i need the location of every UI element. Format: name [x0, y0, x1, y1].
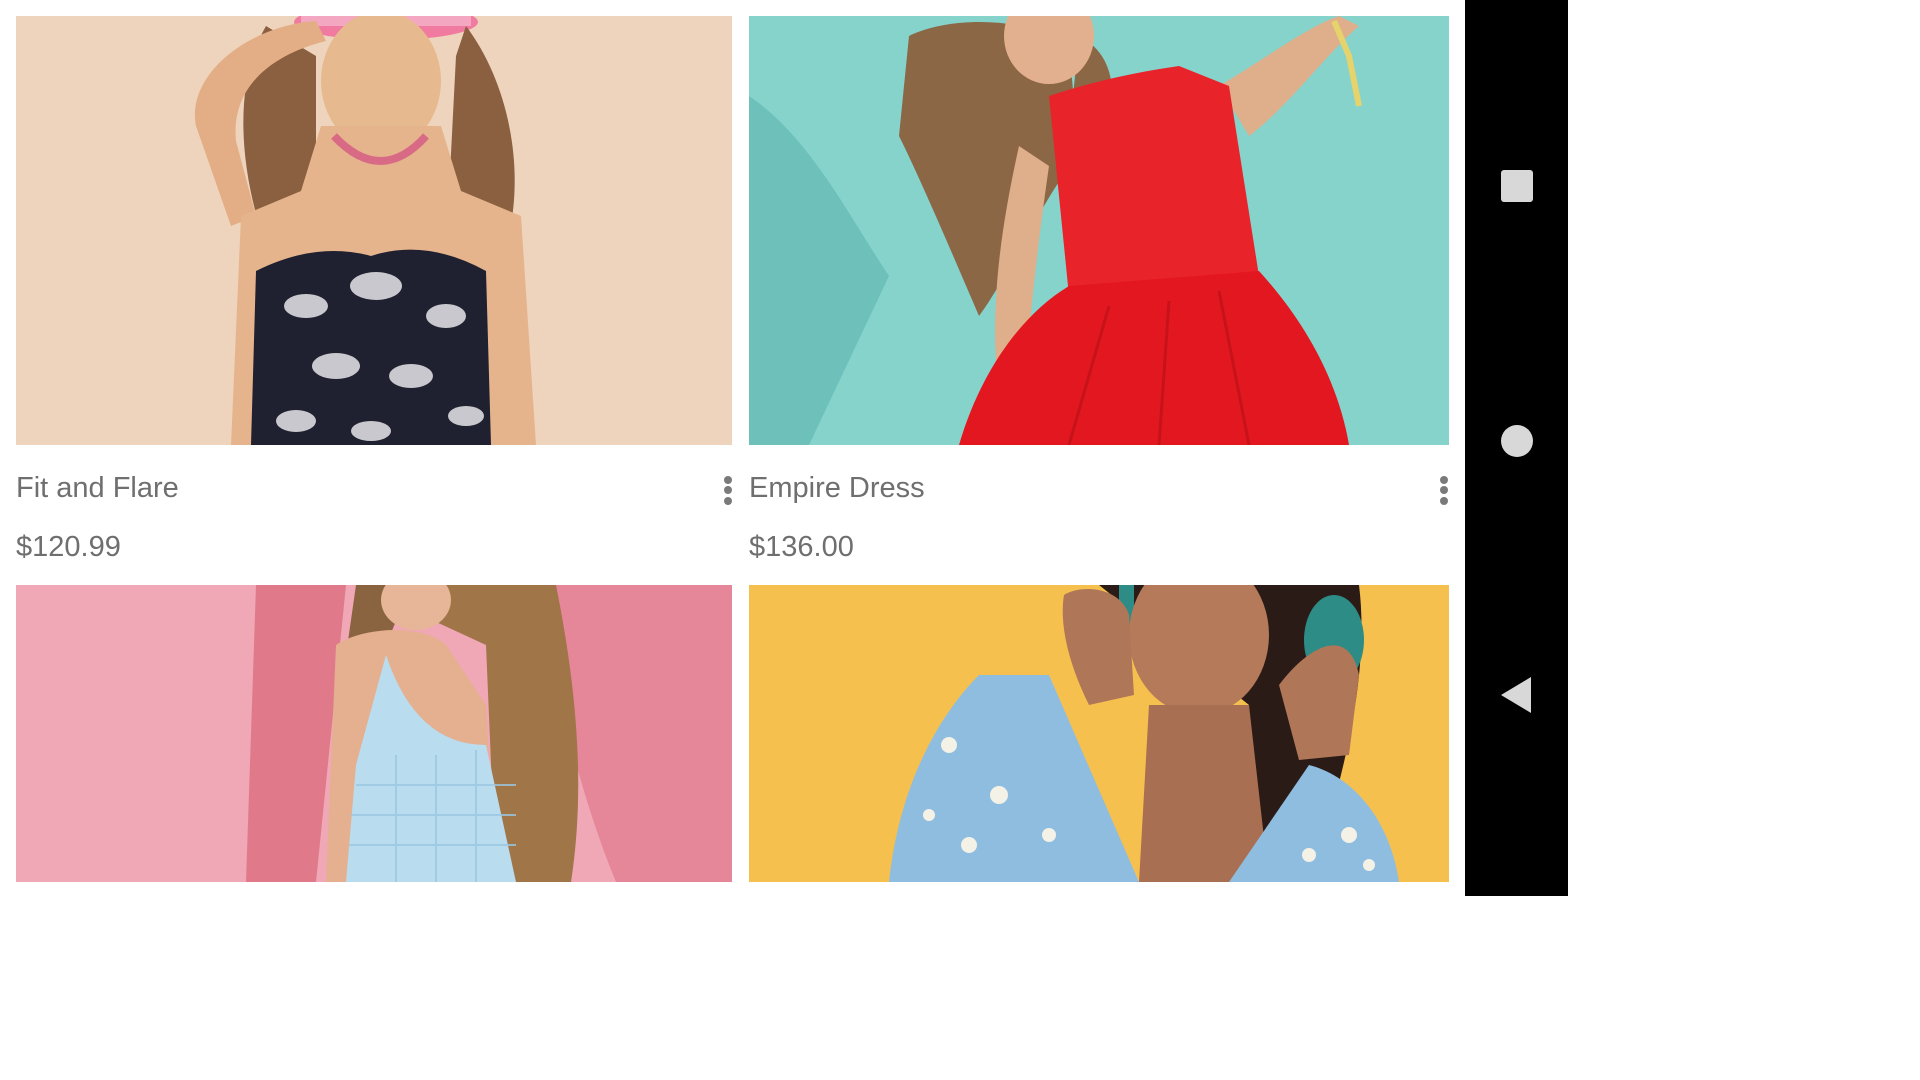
triangle-back-icon	[1500, 677, 1531, 713]
recents-button[interactable]	[1465, 126, 1568, 246]
product-image[interactable]	[16, 16, 732, 445]
product-card-floral-blouse[interactable]	[749, 585, 1449, 896]
product-photo-floral-blouse	[749, 585, 1449, 882]
back-button[interactable]	[1465, 635, 1568, 755]
square-recents-icon	[1500, 170, 1533, 202]
product-price: $120.99	[16, 531, 121, 563]
product-image[interactable]	[16, 585, 732, 882]
home-button[interactable]	[1465, 381, 1568, 501]
product-photo-fit-and-flare	[16, 16, 732, 445]
product-card-gingham-top[interactable]	[16, 585, 732, 896]
product-title: Empire Dress	[749, 472, 925, 504]
product-image[interactable]	[749, 585, 1449, 882]
more-vert-icon	[724, 473, 732, 507]
app-screen: Fit and Flare $120.99 Empire Dress $136.…	[0, 0, 1568, 896]
more-vert-icon	[1440, 473, 1448, 507]
product-photo-empire-dress	[749, 16, 1449, 445]
more-options-button[interactable]	[716, 468, 740, 512]
system-navigation-bar	[1465, 0, 1568, 896]
circle-home-icon	[1500, 425, 1533, 457]
product-photo-gingham-top	[16, 585, 732, 882]
product-title: Fit and Flare	[16, 472, 179, 504]
product-card-fit-and-flare[interactable]: Fit and Flare $120.99	[16, 16, 732, 576]
product-grid: Fit and Flare $120.99 Empire Dress $136.…	[0, 0, 1465, 896]
product-price: $136.00	[749, 531, 854, 563]
product-card-empire-dress[interactable]: Empire Dress $136.00	[749, 16, 1449, 576]
product-image[interactable]	[749, 16, 1449, 445]
more-options-button[interactable]	[1432, 468, 1456, 512]
